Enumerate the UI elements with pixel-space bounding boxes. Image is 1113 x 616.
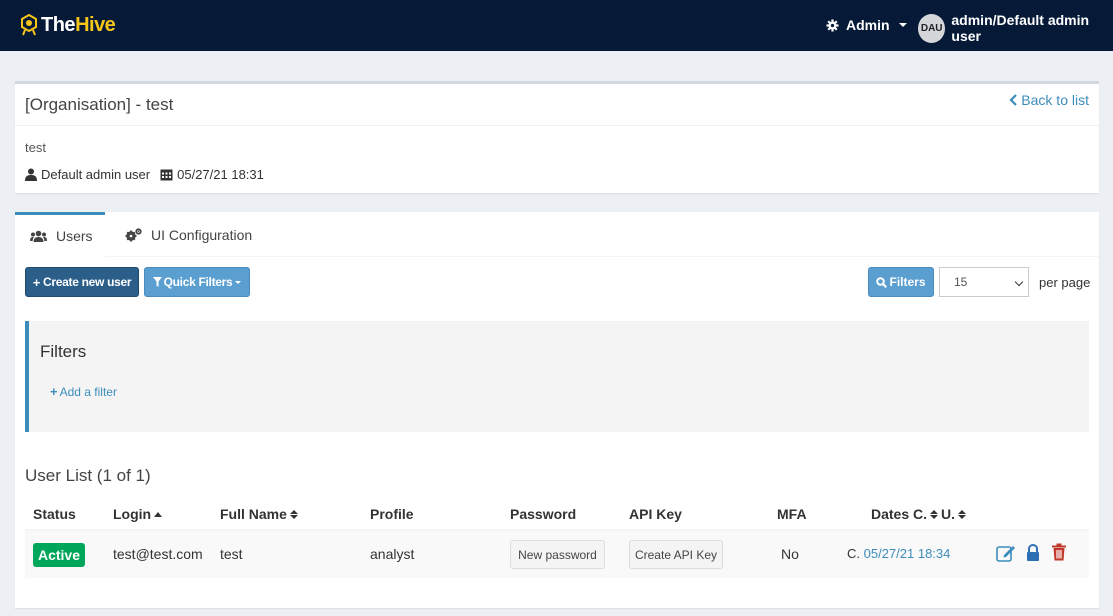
create-new-user-button[interactable]: + Create new user: [25, 267, 139, 297]
chevron-left-icon: [1009, 94, 1018, 106]
column-header-password: Password: [510, 506, 577, 522]
column-header-full-name-label: Full Name: [220, 506, 287, 522]
table-row: Active test@test.com test analyst New pa…: [25, 531, 1089, 578]
filters-toggle-label: Filters: [889, 275, 926, 289]
column-header-dates: Dates C. U.: [871, 506, 967, 522]
column-header-profile: Profile: [370, 506, 414, 522]
column-header-dates-label: Dates C.: [871, 506, 928, 522]
plus-icon: +: [50, 384, 58, 399]
user-dates: C. 05/27/21 18:34: [847, 546, 950, 561]
filter-icon: [152, 277, 162, 287]
create-api-key-button[interactable]: Create API Key: [629, 540, 723, 569]
column-header-api-key: API Key: [629, 506, 682, 522]
date-created-link[interactable]: 05/27/21 18:34: [864, 546, 951, 561]
sort-dates-created[interactable]: Dates C.: [871, 506, 939, 522]
gears-icon: [125, 227, 142, 241]
organisation-meta: Default admin user 05/27/21 18:31: [25, 167, 264, 182]
sort-icon: [289, 509, 298, 519]
quick-filters-label: Quick Filters: [163, 275, 233, 289]
admin-menu[interactable]: Admin: [826, 17, 907, 33]
tab-users[interactable]: Users: [15, 212, 105, 257]
chevron-down-icon: [1014, 277, 1024, 287]
per-page-select[interactable]: 15: [939, 267, 1029, 297]
add-filter-link[interactable]: + Add a filter: [50, 384, 117, 399]
tab-bar: Users UI Configuration: [15, 212, 1099, 257]
date-prefix: C.: [847, 546, 860, 561]
filters-panel: Filters + Add a filter: [25, 321, 1089, 432]
column-header-login[interactable]: Login: [113, 506, 163, 522]
column-header-login-label: Login: [113, 506, 152, 522]
calendar-icon: [160, 169, 173, 181]
column-header-full-name[interactable]: Full Name: [220, 506, 298, 522]
back-to-list-label: Back to list: [1021, 92, 1089, 108]
back-to-list-link[interactable]: Back to list: [1009, 92, 1089, 108]
new-password-button[interactable]: New password: [510, 540, 605, 569]
add-filter-label: Add a filter: [59, 384, 117, 399]
page-title: [Organisation] - test: [25, 95, 174, 114]
thehive-logo[interactable]: The Hive: [20, 13, 116, 37]
filters-toggle-button[interactable]: Filters: [868, 267, 934, 297]
organisation-header: [Organisation] - test Back to list test …: [15, 81, 1099, 193]
sort-icon: [958, 509, 967, 519]
created-at: 05/27/21 18:31: [177, 167, 264, 182]
trash-icon[interactable]: [1051, 543, 1067, 561]
created-by: Default admin user: [41, 167, 151, 182]
user-icon: [25, 168, 37, 181]
filters-title: Filters: [40, 342, 87, 361]
plus-icon: +: [32, 274, 41, 290]
user-mfa: No: [781, 546, 799, 562]
table-header: Status Login Full Name Profile Password …: [25, 500, 1089, 531]
chevron-down-icon: [898, 23, 907, 27]
column-header-mfa: MFA: [777, 506, 807, 522]
sort-icon: [930, 509, 939, 519]
column-header-dates-u-label: U.: [941, 506, 956, 522]
per-page-value: 15: [954, 275, 968, 289]
avatar: DAU: [918, 13, 946, 43]
sort-dates-updated[interactable]: U.: [941, 506, 967, 522]
per-page-label: per page: [1039, 275, 1091, 290]
user-profile: analyst: [370, 546, 415, 562]
logo-text-hive: Hive: [75, 13, 116, 36]
create-new-user-label: Create new user: [43, 275, 132, 289]
users-icon: [30, 230, 47, 242]
lock-icon[interactable]: [1026, 544, 1040, 561]
organisation-description: test: [25, 140, 46, 155]
bee-logo-icon: [21, 14, 37, 36]
sort-asc-icon: [154, 511, 163, 517]
column-header-status: Status: [33, 506, 76, 522]
user-login: test@test.com: [113, 546, 203, 562]
tabs-panel: Users UI Configuration + Create new user…: [15, 212, 1099, 608]
logo-text-the: The: [41, 13, 76, 36]
chevron-down-icon: [235, 280, 242, 284]
gear-icon: [826, 18, 839, 32]
user-list-title: User List (1 of 1): [25, 466, 151, 485]
tab-users-label: Users: [56, 228, 93, 244]
user-menu[interactable]: DAU admin/Default admin user: [918, 12, 1113, 44]
admin-menu-label: Admin: [846, 17, 890, 33]
search-icon: [876, 276, 888, 288]
user-full-name: test: [220, 546, 243, 562]
top-navbar: The Hive Admin DAU admin/Default admin us…: [0, 0, 1113, 51]
tab-ui-configuration-label: UI Configuration: [151, 226, 253, 243]
divider: [15, 125, 1099, 126]
user-menu-label: admin/Default admin user: [951, 12, 1090, 44]
status-badge: Active: [33, 543, 85, 567]
quick-filters-button[interactable]: Quick Filters: [144, 267, 250, 297]
tab-ui-configuration[interactable]: UI Configuration: [125, 212, 252, 257]
edit-icon[interactable]: [996, 544, 1016, 562]
